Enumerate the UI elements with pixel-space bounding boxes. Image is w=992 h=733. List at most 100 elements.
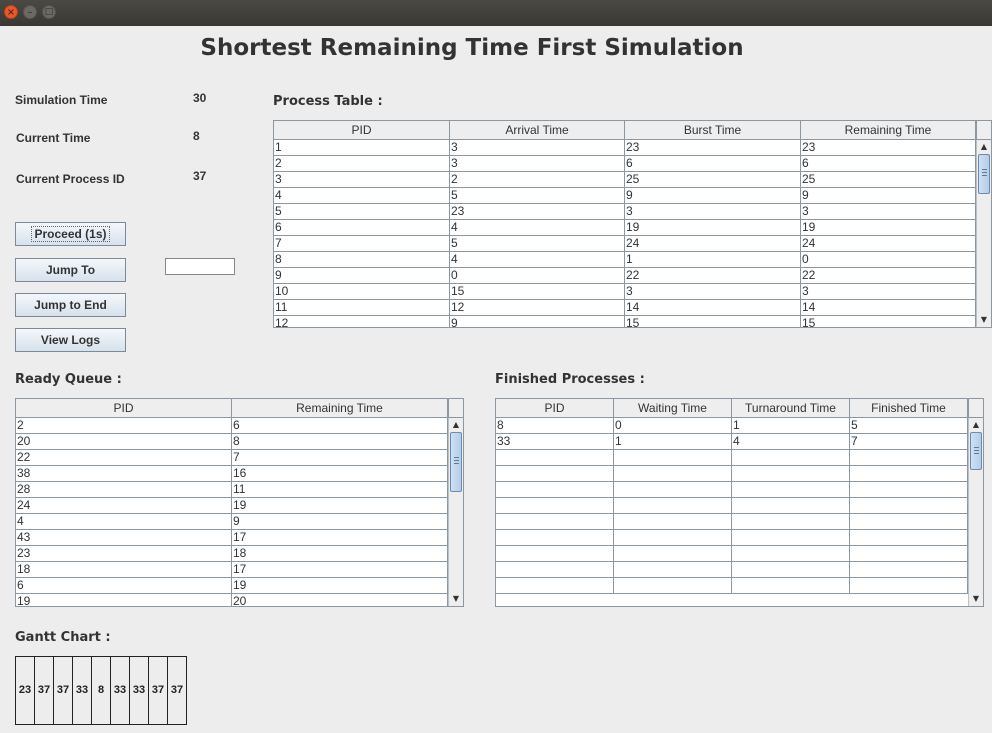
- column-header[interactable]: PID: [16, 399, 232, 417]
- table-cell: 5: [450, 188, 625, 203]
- window-maximize-button[interactable]: □: [42, 5, 56, 19]
- column-header[interactable]: Finished Time: [850, 399, 968, 417]
- scroll-up-icon[interactable]: ▲: [449, 418, 463, 432]
- table-cell: 1: [274, 140, 450, 155]
- table-row[interactable]: [496, 498, 983, 514]
- ready-queue-scrollbar[interactable]: ▲ ▼: [448, 418, 463, 606]
- table-row[interactable]: 6 19: [16, 578, 463, 594]
- table-row[interactable]: [496, 578, 983, 594]
- jump-to-end-button[interactable]: Jump to End: [15, 293, 126, 317]
- view-logs-button[interactable]: View Logs: [15, 328, 126, 352]
- table-row[interactable]: 28 11: [16, 482, 463, 498]
- table-cell: 3: [625, 284, 801, 299]
- table-cell: 9: [801, 188, 976, 203]
- table-cell: 22: [801, 268, 976, 283]
- table-cell: 18: [16, 562, 232, 577]
- table-row[interactable]: 49: [16, 514, 463, 530]
- table-cell: 4: [732, 434, 850, 449]
- table-row[interactable]: [496, 482, 983, 498]
- column-header[interactable]: PID: [496, 399, 614, 417]
- process-table-scroll-thumb[interactable]: [978, 154, 990, 194]
- scroll-down-icon[interactable]: ▼: [977, 313, 991, 327]
- scroll-up-icon[interactable]: ▲: [977, 140, 991, 154]
- column-header[interactable]: Remaining Time: [801, 121, 976, 139]
- table-row[interactable]: 8015: [496, 418, 983, 434]
- table-row[interactable]: 38 16: [16, 466, 463, 482]
- finished-processes-body: 8 0 1 5 33 1 4 7: [496, 418, 983, 594]
- table-row[interactable]: 20 8: [16, 434, 463, 450]
- scroll-down-icon[interactable]: ▼: [449, 592, 463, 606]
- table-row[interactable]: [496, 530, 983, 546]
- column-header[interactable]: Turnaround Time: [732, 399, 850, 417]
- table-row[interactable]: [496, 546, 983, 562]
- column-header[interactable]: PID: [274, 121, 450, 139]
- gantt-cell: 37: [53, 656, 73, 725]
- table-cell: 6: [801, 156, 976, 171]
- table-cell: [614, 546, 732, 561]
- table-cell: 3: [801, 204, 976, 219]
- scroll-down-icon[interactable]: ▼: [969, 592, 983, 606]
- column-header[interactable]: Burst Time: [625, 121, 801, 139]
- table-row[interactable]: 6 4 19 19: [274, 220, 991, 236]
- ready-queue-scroll-thumb[interactable]: [450, 432, 462, 492]
- table-cell: [614, 498, 732, 513]
- table-row[interactable]: 22 7: [16, 450, 463, 466]
- table-cell: 6: [274, 220, 450, 235]
- table-row[interactable]: 18 17: [16, 562, 463, 578]
- table-row[interactable]: 19 20: [16, 594, 463, 606]
- table-cell: [732, 530, 850, 545]
- table-row[interactable]: 12 9 15 15: [274, 316, 991, 327]
- table-row[interactable]: [496, 466, 983, 482]
- column-header[interactable]: Remaining Time: [232, 399, 448, 417]
- table-row[interactable]: 10 15 3 3: [274, 284, 991, 300]
- table-row[interactable]: [496, 514, 983, 530]
- table-row[interactable]: 1 3 23 23: [274, 140, 991, 156]
- table-cell: 19: [625, 220, 801, 235]
- table-row[interactable]: 4599: [274, 188, 991, 204]
- table-row[interactable]: 33 1 4 7: [496, 434, 983, 450]
- process-table-scrollbar[interactable]: ▲ ▼: [976, 140, 991, 327]
- current-time-label: Current Time: [16, 131, 91, 145]
- gantt-chart-label: Gantt Chart :: [15, 630, 111, 645]
- finished-processes-scrollbar[interactable]: ▲ ▼: [968, 418, 983, 606]
- ready-queue-table[interactable]: PID Remaining Time 2 6 20 8 22 7 38 16 28 11 24 19 4 9…: [15, 398, 464, 607]
- table-row[interactable]: 23 18: [16, 546, 463, 562]
- table-cell: 12: [450, 300, 625, 315]
- jump-to-input[interactable]: [165, 258, 235, 275]
- window-close-button[interactable]: ×: [4, 5, 18, 19]
- table-cell: 19: [232, 578, 448, 593]
- table-row[interactable]: 5 23 3 3: [274, 204, 991, 220]
- table-cell: 24: [625, 236, 801, 251]
- table-row[interactable]: 24 19: [16, 498, 463, 514]
- column-header[interactable]: Arrival Time: [450, 121, 625, 139]
- proceed-button[interactable]: Proceed (1s): [15, 222, 126, 246]
- table-cell: 19: [232, 498, 448, 513]
- table-row[interactable]: [496, 450, 983, 466]
- jump-to-button[interactable]: Jump To: [15, 258, 126, 282]
- table-row[interactable]: 8410: [274, 252, 991, 268]
- table-cell: 24: [16, 498, 232, 513]
- column-header[interactable]: Waiting Time: [614, 399, 732, 417]
- table-cell: [614, 530, 732, 545]
- finished-scroll-thumb[interactable]: [970, 432, 982, 470]
- table-row[interactable]: 9 0 22 22: [274, 268, 991, 284]
- table-row[interactable]: 26: [16, 418, 463, 434]
- table-row[interactable]: 2366: [274, 156, 991, 172]
- table-cell: 9: [450, 316, 625, 327]
- table-row[interactable]: 43 17: [16, 530, 463, 546]
- finished-processes-table[interactable]: PID Waiting Time Turnaround Time Finished T…: [495, 398, 984, 607]
- window-minimize-button[interactable]: –: [23, 5, 37, 19]
- table-cell: 23: [801, 140, 976, 155]
- table-cell: 18: [232, 546, 448, 561]
- table-cell: [614, 482, 732, 497]
- table-row[interactable]: 7 5 24 24: [274, 236, 991, 252]
- table-row[interactable]: 3 2 25 25: [274, 172, 991, 188]
- scroll-up-icon[interactable]: ▲: [969, 418, 983, 432]
- table-cell: 0: [801, 252, 976, 267]
- table-row[interactable]: [496, 562, 983, 578]
- table-cell: 6: [16, 578, 232, 593]
- table-cell: 3: [274, 172, 450, 187]
- table-cell: 2: [274, 156, 450, 171]
- table-row[interactable]: 11 12 14 14: [274, 300, 991, 316]
- process-table[interactable]: PID Arrival Time Burst Time Remaining Time …: [273, 120, 992, 328]
